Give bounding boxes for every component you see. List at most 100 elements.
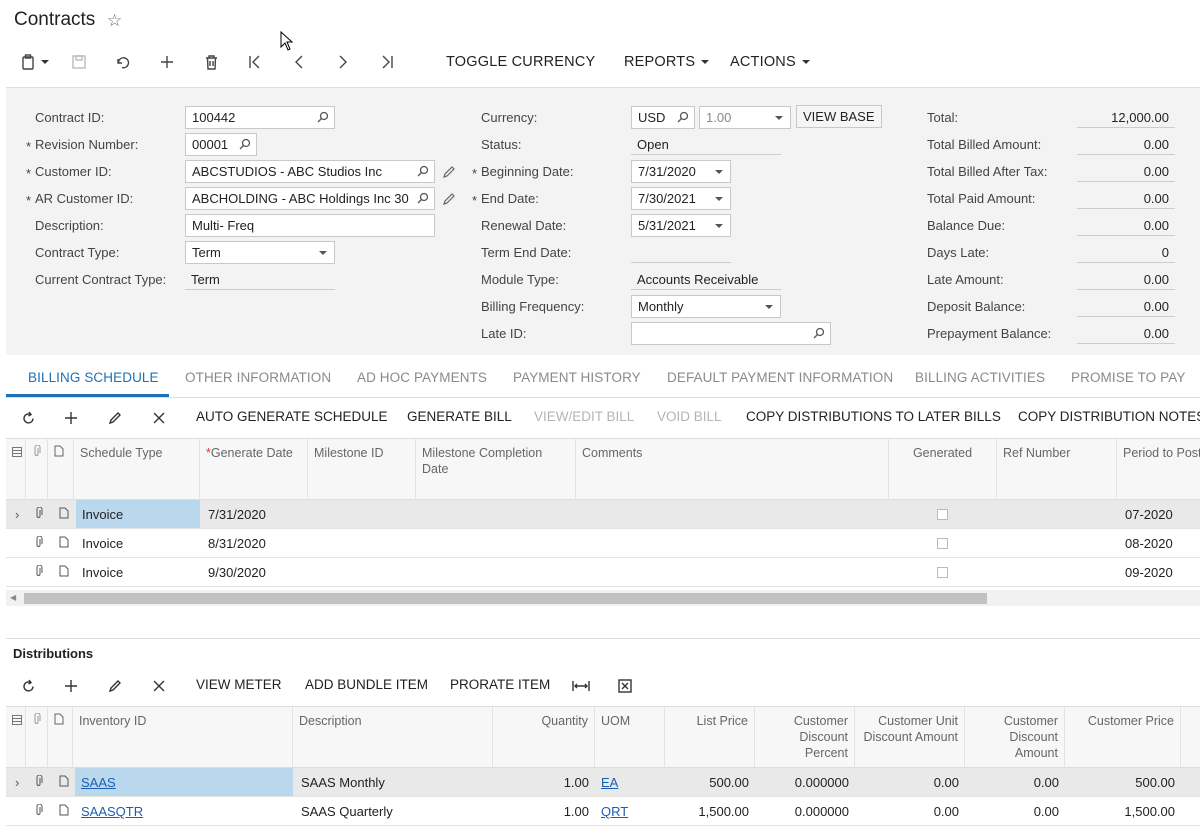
description-field[interactable]: Multi- Freq [185,214,435,237]
customer-discount-percent-header[interactable]: Customer Discount Percent [755,707,855,768]
attachment-icon[interactable] [28,768,48,796]
note-icon[interactable] [53,529,73,557]
schedule-type-cell[interactable]: Invoice [76,558,200,586]
quantity-cell[interactable]: 1.00 [493,797,595,825]
tab-payment-history[interactable]: PAYMENT HISTORY [513,370,641,385]
edit-icon[interactable] [105,676,125,696]
edit-pencil-icon[interactable] [442,192,456,209]
schedule-type-cell[interactable]: Invoice [76,500,200,528]
unit-discount-cell[interactable]: 0.00 [855,768,965,796]
uom-header[interactable]: UOM [595,707,665,768]
note-icon[interactable] [53,500,73,528]
beginning-date-field[interactable]: 7/31/2020 [631,160,731,183]
actions-menu[interactable]: ACTIONS [730,54,810,70]
refresh-icon[interactable] [18,676,38,696]
uom-link[interactable]: EA [601,775,618,790]
inventory-id-cell[interactable]: SAAS [75,768,293,796]
clipboard-icon[interactable] [16,52,40,72]
add-icon[interactable] [155,52,179,72]
copy-distribution-notes-button[interactable]: COPY DISTRIBUTION NOTES [1018,409,1200,424]
uom-cell[interactable]: EA [595,768,665,796]
discount-percent-cell[interactable]: 0.000000 [755,797,855,825]
tab-billing-schedule[interactable]: BILLING SCHEDULE [28,370,159,385]
discount-amount-cell[interactable]: 0.00 [965,797,1065,825]
horizontal-scrollbar[interactable]: ◀ [6,590,1200,606]
contract-type-dropdown[interactable]: Term [185,241,335,264]
generate-date-cell[interactable]: 8/31/2020 [202,529,308,557]
period-cell[interactable]: 09-2020 [1119,558,1200,586]
generate-date-header[interactable]: *Generate Date [200,439,308,500]
clipboard-menu-caret-icon[interactable] [38,52,52,72]
scroll-left-icon[interactable]: ◀ [10,593,16,602]
next-record-icon[interactable] [331,52,355,72]
tab-promise-to-pay[interactable]: PROMISE TO PAY [1071,370,1185,385]
tab-other-information[interactable]: OTHER INFORMATION [185,370,331,385]
schedule-type-header[interactable]: Schedule Type [74,439,200,500]
view-meter-button[interactable]: VIEW METER [196,677,282,692]
generate-date-cell[interactable]: 9/30/2020 [202,558,308,586]
row-expand-icon[interactable]: › [9,768,23,796]
tab-default-payment-information[interactable]: DEFAULT PAYMENT INFORMATION [667,370,893,385]
billing-frequency-dropdown[interactable]: Monthly [631,295,781,318]
uom-link[interactable]: QRT [601,804,628,819]
prorate-item-button[interactable]: PRORATE ITEM [450,677,550,692]
view-base-button[interactable]: VIEW BASE [796,105,882,128]
note-icon[interactable] [53,768,73,796]
attachment-icon[interactable] [28,797,48,825]
discount-percent-cell[interactable]: 0.000000 [755,768,855,796]
export-excel-icon[interactable] [615,676,635,696]
add-row-icon[interactable] [61,676,81,696]
void-bill-button[interactable]: VOID BILL [657,409,722,424]
generated-checkbox[interactable] [937,567,948,578]
customer-price-cell[interactable]: 1,500.00 [1065,797,1181,825]
fit-columns-icon[interactable] [571,676,591,696]
unit-discount-cell[interactable]: 0.00 [855,797,965,825]
inventory-id-header[interactable]: Inventory ID [73,707,293,768]
table-row[interactable]: › SAAS SAAS Monthly 1.00 EA 500.00 0.000… [6,768,1200,797]
inventory-id-link[interactable]: SAAS [81,775,116,790]
last-record-icon[interactable] [375,52,399,72]
tab-ad-hoc-payments[interactable]: AD HOC PAYMENTS [357,370,487,385]
tab-billing-activities[interactable]: BILLING ACTIVITIES [915,370,1045,385]
delete-row-icon[interactable] [149,408,169,428]
description-header[interactable]: Description [293,707,493,768]
table-row[interactable]: › Invoice 7/31/2020 07-2020 [6,500,1200,529]
inventory-id-link[interactable]: SAASQTR [81,804,143,819]
add-bundle-item-button[interactable]: ADD BUNDLE ITEM [305,677,428,692]
search-icon[interactable] [813,327,825,342]
late-id-field[interactable] [631,322,831,345]
scrollbar-thumb[interactable] [24,593,987,604]
edit-icon[interactable] [105,408,125,428]
discount-amount-cell[interactable]: 0.00 [965,768,1065,796]
quantity-cell[interactable]: 1.00 [493,768,595,796]
description-cell[interactable]: SAAS Monthly [295,768,493,796]
period-cell[interactable]: 07-2020 [1119,500,1200,528]
quantity-header[interactable]: Quantity [493,707,595,768]
refresh-icon[interactable] [18,408,38,428]
attachment-icon[interactable] [28,529,48,557]
edit-pencil-icon[interactable] [442,165,456,182]
generate-bill-button[interactable]: GENERATE BILL [407,409,512,424]
undo-icon[interactable] [111,52,135,72]
period-to-post-header[interactable]: Period to Post [1117,439,1200,500]
uom-cell[interactable]: QRT [595,797,665,825]
revision-number-field[interactable]: 00001 [185,133,257,156]
customer-unit-discount-header[interactable]: Customer Unit Discount Amount [855,707,965,768]
table-row[interactable]: SAASQTR SAAS Quarterly 1.00 QRT 1,500.00… [6,797,1200,826]
comments-header[interactable]: Comments [576,439,889,500]
description-cell[interactable]: SAAS Quarterly [295,797,493,825]
milestone-completion-date-header[interactable]: Milestone Completion Date [416,439,576,500]
delete-icon[interactable] [199,52,223,72]
end-date-field[interactable]: 7/30/2021 [631,187,731,210]
reports-menu[interactable]: REPORTS [624,54,710,70]
customer-id-field[interactable]: ABCSTUDIOS - ABC Studios Inc [185,160,435,183]
schedule-type-cell[interactable]: Invoice [76,529,200,557]
copy-distributions-button[interactable]: COPY DISTRIBUTIONS TO LATER BILLS [746,409,1001,424]
contract-id-field[interactable]: 100442 [185,106,335,129]
add-row-icon[interactable] [61,408,81,428]
note-icon[interactable] [53,558,73,586]
previous-record-icon[interactable] [287,52,311,72]
toggle-currency-button[interactable]: TOGGLE CURRENCY [446,54,595,70]
list-price-cell[interactable]: 500.00 [665,768,755,796]
customer-discount-amount-header[interactable]: Customer Discount Amount [965,707,1065,768]
